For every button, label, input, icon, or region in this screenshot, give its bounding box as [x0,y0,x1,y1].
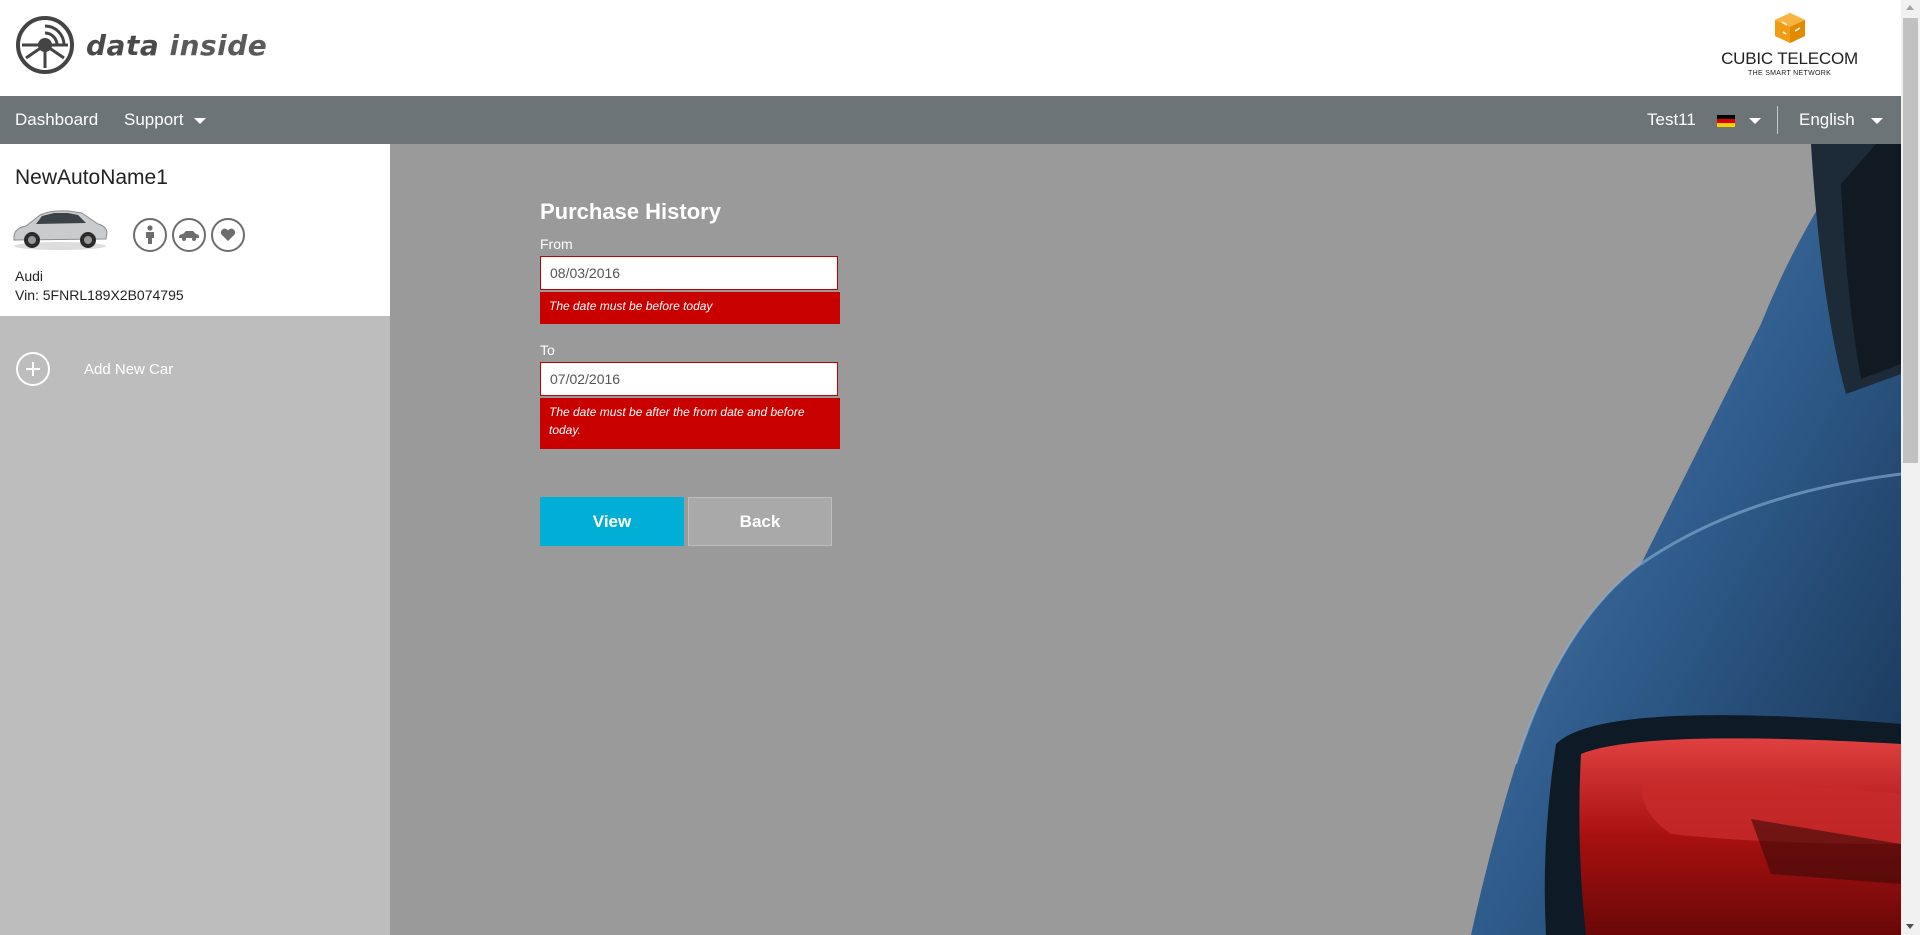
sidebar: NewAutoName1 Audi Vin: 5FNRL189X2B074795 [0,144,410,935]
user-name: Test11 [1647,110,1696,129]
dial-logo-icon [16,16,74,74]
cubic-telecom-logo: CUBIC TELECOM THE SMART NETWORK [1721,12,1858,77]
logo-wordmark: data inside [86,29,267,62]
partner-name: CUBIC TELECOM [1721,49,1858,68]
language-label: English [1799,110,1855,129]
from-label: From [540,236,573,252]
scrollbar-thumb[interactable] [1903,18,1918,463]
nav-dashboard[interactable]: Dashboard [15,96,98,144]
add-new-car-label: Add New Car [84,360,174,378]
nav-support-label: Support [124,110,184,129]
from-date-error: The date must be before today [540,292,840,324]
page-title: Purchase History [540,199,721,224]
car-thumbnail [13,210,108,250]
nav-divider [1777,106,1778,134]
partner-tagline: THE SMART NETWORK [1748,70,1832,77]
main-navbar: Dashboard Support Test11 English [0,96,1901,144]
chevron-down-icon [193,117,206,124]
chevron-down-icon [1749,117,1762,124]
flag-stripe-gold [1716,122,1735,127]
vertical-scrollbar[interactable] [1901,0,1920,935]
heart-icon[interactable] [211,218,245,252]
car-rear-background-image [1471,144,1901,935]
nav-support[interactable]: Support [124,96,206,144]
cube-icon [1774,13,1805,43]
germany-flag-icon [1716,114,1735,127]
person-icon[interactable] [133,218,167,252]
car-icon[interactable] [172,218,206,252]
top-header: data inside CUBIC TELECOM THE SMART NETW… [0,0,1901,96]
data-inside-logo[interactable]: data inside [14,14,267,76]
to-label: To [540,342,555,358]
car-vin: Vin: 5FNRL189X2B074795 [15,287,184,303]
to-date-error: The date must be after the from date and… [540,398,840,449]
car-make: Audi [15,268,44,284]
logo-word-inside: inside [169,28,268,62]
back-button[interactable]: Back [688,497,832,546]
language-selector[interactable]: English [1799,96,1883,144]
scroll-down-arrow-icon[interactable] [1906,924,1914,929]
car-action-icons [133,218,245,252]
add-new-car-button[interactable]: Add New Car [16,352,173,386]
plus-icon [16,352,50,386]
from-date-input[interactable] [540,256,838,290]
car-name: NewAutoName1 [15,166,168,189]
logo-word-data: data [86,28,160,62]
scroll-up-arrow-icon[interactable] [1906,5,1914,10]
view-button[interactable]: View [540,497,684,546]
to-date-input[interactable] [540,362,838,396]
main-content: Purchase History From The date must be b… [390,144,1901,935]
car-card[interactable]: NewAutoName1 Audi Vin: 5FNRL189X2B074795 [0,144,390,316]
user-menu[interactable]: Test11 [1647,96,1762,144]
chevron-down-icon [1870,117,1883,124]
